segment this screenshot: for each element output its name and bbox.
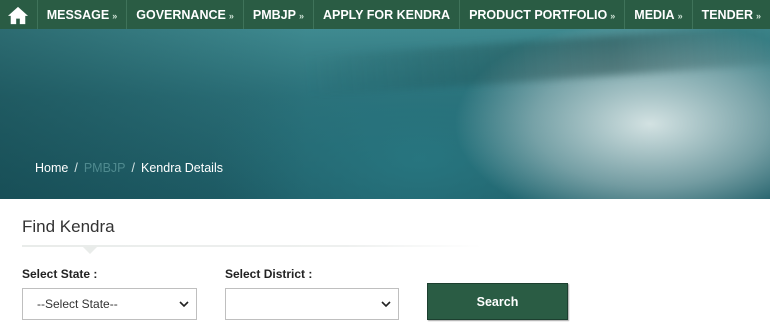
- breadcrumb-pmbjp-link[interactable]: PMBJP: [84, 161, 126, 175]
- breadcrumb-separator: /: [131, 161, 135, 175]
- chevron-down-icon: »: [298, 10, 304, 21]
- breadcrumb-home-link[interactable]: Home: [35, 161, 68, 175]
- chevron-down-icon: »: [755, 10, 761, 21]
- chevron-down-icon: »: [112, 10, 118, 21]
- breadcrumb-separator: /: [74, 161, 78, 175]
- state-label: Select State :: [22, 267, 98, 281]
- section-title: Find Kendra: [22, 217, 115, 236]
- chevron-down-icon: [381, 301, 391, 308]
- district-label: Select District :: [225, 267, 313, 281]
- nav-product-portfolio-label: PRODUCT PORTFOLIO: [469, 7, 608, 22]
- nav-message-label: MESSAGE: [46, 7, 110, 22]
- district-select[interactable]: [225, 288, 399, 320]
- nav-governance-label: GOVERNANCE: [136, 7, 226, 22]
- home-button[interactable]: [0, 0, 38, 29]
- page-banner: Home / PMBJP / Kendra Details: [0, 29, 770, 199]
- state-select[interactable]: --Select State--: [22, 288, 197, 320]
- main-nav: MESSAGE » GOVERNANCE » PMBJP » APPLY FOR…: [0, 0, 770, 29]
- nav-pmbjp-label: PMBJP: [252, 7, 296, 22]
- nav-apply-for-kendra-label: APPLY FOR KENDRA: [322, 7, 451, 22]
- nav-tender-label: TENDER: [701, 7, 753, 22]
- chevron-down-icon: [179, 301, 189, 308]
- chevron-down-icon: »: [677, 10, 683, 21]
- nav-message[interactable]: MESSAGE »: [38, 0, 128, 29]
- nav-apply-for-kendra[interactable]: APPLY FOR KENDRA: [314, 0, 461, 29]
- state-select-value: --Select State--: [37, 297, 118, 311]
- nav-media[interactable]: MEDIA »: [625, 0, 693, 29]
- home-icon: [8, 6, 29, 24]
- chevron-down-icon: »: [228, 10, 234, 21]
- nav-governance[interactable]: GOVERNANCE »: [127, 0, 244, 29]
- chevron-down-icon: »: [610, 10, 616, 21]
- nav-product-portfolio[interactable]: PRODUCT PORTFOLIO »: [460, 0, 626, 29]
- search-button[interactable]: Search: [427, 283, 568, 320]
- nav-tender[interactable]: TENDER »: [693, 0, 770, 29]
- title-divider-notch: [82, 246, 98, 254]
- breadcrumb: Home / PMBJP / Kendra Details: [35, 161, 223, 175]
- nav-pmbjp[interactable]: PMBJP »: [244, 0, 314, 29]
- breadcrumb-current: Kendra Details: [141, 161, 223, 175]
- nav-media-label: MEDIA: [634, 7, 675, 22]
